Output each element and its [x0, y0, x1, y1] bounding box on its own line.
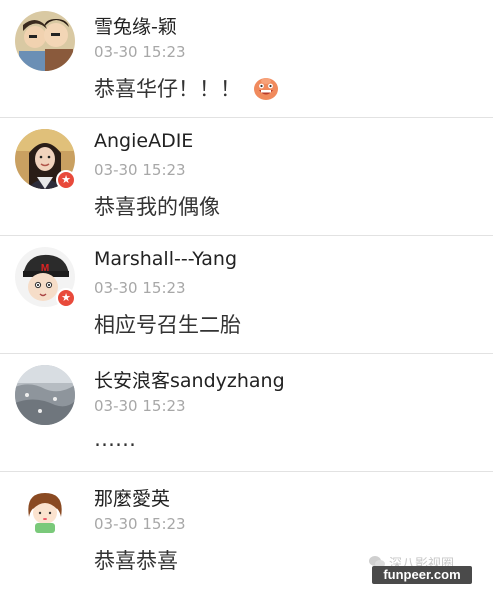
comment-item: M ★ Marshall---Yang 03-30 15:23 相应号召生二胎	[0, 236, 493, 354]
commenter-name[interactable]: 长安浪客sandyzhang	[94, 366, 285, 393]
comment-text: 恭喜我的偶像	[94, 195, 220, 219]
commenter-name[interactable]: 那麼愛英	[94, 484, 170, 511]
commenter-name[interactable]: Marshall---Yang	[94, 248, 237, 270]
comment-item: 长安浪客sandyzhang 03-30 15:23 ……	[0, 354, 493, 472]
site-brand-label: funpeer.com	[372, 566, 472, 584]
comment-item: 雪兔缘-颖 03-30 15:23 恭喜华仔！！！	[0, 0, 493, 118]
commenter-name[interactable]: AngieADIE	[94, 130, 193, 152]
comment-timestamp: 03-30 15:23	[94, 397, 186, 415]
comment-text: ……	[94, 427, 136, 451]
svg-text:M: M	[41, 263, 49, 274]
comment-text-content: 恭喜华仔！！！	[94, 77, 241, 101]
smiling-face-emoji-icon	[253, 75, 279, 106]
avatar[interactable]	[15, 11, 75, 71]
comment-item: ★ AngieADIE 03-30 15:23 恭喜我的偶像	[0, 118, 493, 236]
verified-badge-icon: ★	[56, 170, 76, 190]
avatar[interactable]	[15, 483, 75, 543]
comment-text: 恭喜华仔！！！	[94, 73, 279, 106]
comment-timestamp: 03-30 15:23	[94, 161, 186, 179]
comment-text: 相应号召生二胎	[94, 313, 241, 337]
commenter-name[interactable]: 雪兔缘-颖	[94, 12, 177, 39]
comment-timestamp: 03-30 15:23	[94, 43, 186, 61]
comment-list: 雪兔缘-颖 03-30 15:23 恭喜华仔！！！ ★ AngieADIE 03…	[0, 0, 493, 590]
comment-timestamp: 03-30 15:23	[94, 515, 186, 533]
avatar[interactable]	[15, 365, 75, 425]
comment-text: 恭喜恭喜	[94, 549, 178, 573]
verified-badge-icon: ★	[56, 288, 76, 308]
comment-timestamp: 03-30 15:23	[94, 279, 186, 297]
